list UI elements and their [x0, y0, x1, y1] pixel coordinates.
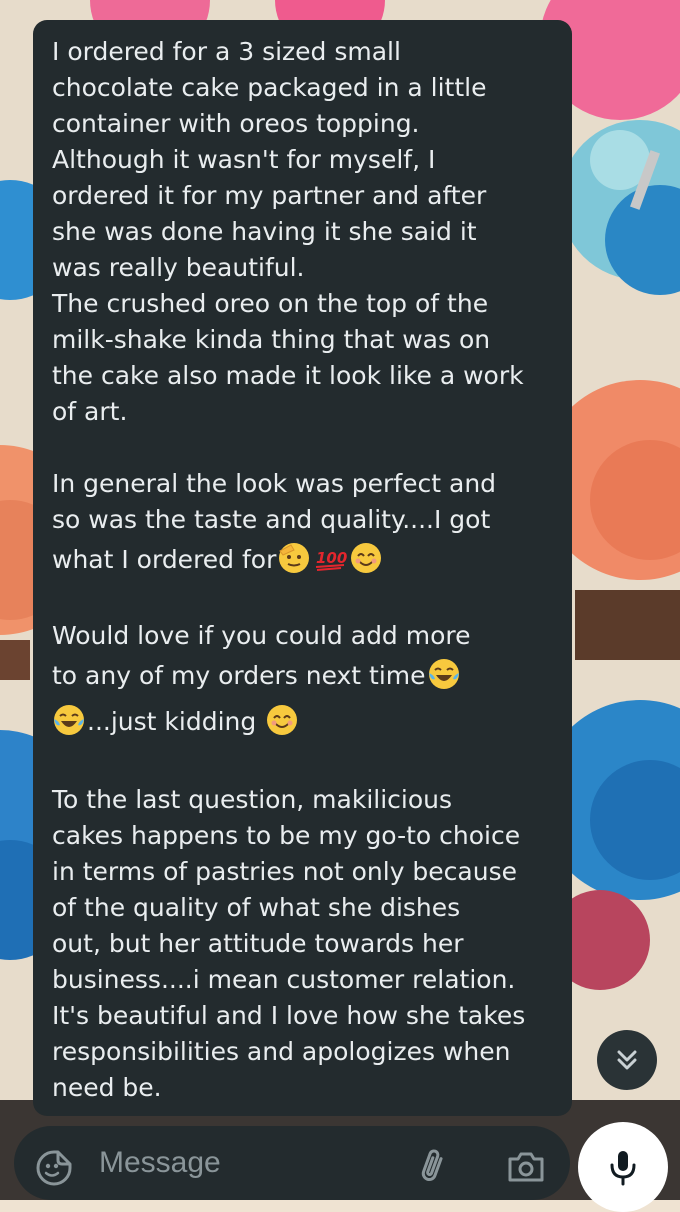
paragraph-4: To the last question, makilicious cakes …: [52, 782, 552, 1106]
smiling-face-emoji: [351, 543, 382, 573]
message-line-with-emoji: to any of my orders next time: [52, 654, 552, 698]
paperclip-icon[interactable]: [416, 1146, 450, 1186]
message-line: To the last question, makilicious: [52, 785, 453, 814]
message-input[interactable]: Message: [99, 1146, 221, 1180]
message-line: business....i mean customer relation.: [52, 965, 516, 994]
smiling-face-emoji: [267, 705, 298, 735]
message-composer[interactable]: Message: [14, 1126, 570, 1200]
double-chevron-down-icon: [617, 1050, 637, 1070]
message-line: out, but her attitude towards her: [52, 929, 464, 958]
message-line: in terms of pastries not only because: [52, 857, 518, 886]
camera-icon[interactable]: [506, 1150, 546, 1184]
message-line: was really beautiful.: [52, 253, 305, 282]
message-line-text: ...just kidding: [87, 707, 257, 736]
message-line: container with oreos topping.: [52, 109, 420, 138]
message-line: The crushed oreo on the top of the: [52, 289, 489, 318]
message-line: need be.: [52, 1073, 162, 1102]
sticker-icon[interactable]: [34, 1148, 74, 1188]
message-line: Although it wasn't for myself, I: [52, 145, 436, 174]
scroll-to-bottom-button[interactable]: [597, 1030, 657, 1090]
message-line: of art.: [52, 397, 128, 426]
paragraph-3: Would love if you could add more to any …: [52, 618, 552, 746]
paragraph-2: In general the look was perfect and so w…: [52, 466, 552, 582]
message-line: the cake also made it look like a work: [52, 361, 524, 390]
message-line-with-emoji: ...just kidding: [52, 698, 552, 746]
message-line: responsibilities and apologizes when: [52, 1037, 511, 1066]
message-line: It's beautiful and I love how she takes: [52, 1001, 526, 1030]
paragraph-1: I ordered for a 3 sized small chocolate …: [52, 34, 552, 430]
message-text: I ordered for a 3 sized small chocolate …: [52, 34, 552, 1106]
microphone-icon: [610, 1151, 636, 1186]
message-line: cakes happens to be my go-to choice: [52, 821, 521, 850]
hundred-points-emoji: 100: [316, 549, 347, 571]
message-line: so was the taste and quality....I got: [52, 505, 491, 534]
message-bubble[interactable]: I ordered for a 3 sized small chocolate …: [33, 20, 572, 1116]
message-line: I ordered for a 3 sized small: [52, 37, 401, 66]
saluting-face-emoji: [279, 543, 310, 573]
message-line: ordered it for my partner and after: [52, 181, 487, 210]
message-line-text: to any of my orders next time: [52, 661, 426, 690]
message-line: she was done having it she said it: [52, 217, 477, 246]
message-line: of the quality of what she dishes: [52, 893, 461, 922]
message-line: In general the look was perfect and: [52, 469, 497, 498]
message-line-text: what I ordered for: [52, 545, 277, 574]
tears-of-joy-emoji: [54, 705, 84, 735]
message-line: Would love if you could add more: [52, 621, 471, 650]
message-line: chocolate cake packaged in a little: [52, 73, 487, 102]
message-line-with-emoji: what I ordered for 100: [52, 538, 552, 582]
voice-message-button[interactable]: [578, 1122, 668, 1212]
message-line: milk-shake kinda thing that was on: [52, 325, 491, 354]
tears-of-joy-emoji: [428, 659, 459, 689]
